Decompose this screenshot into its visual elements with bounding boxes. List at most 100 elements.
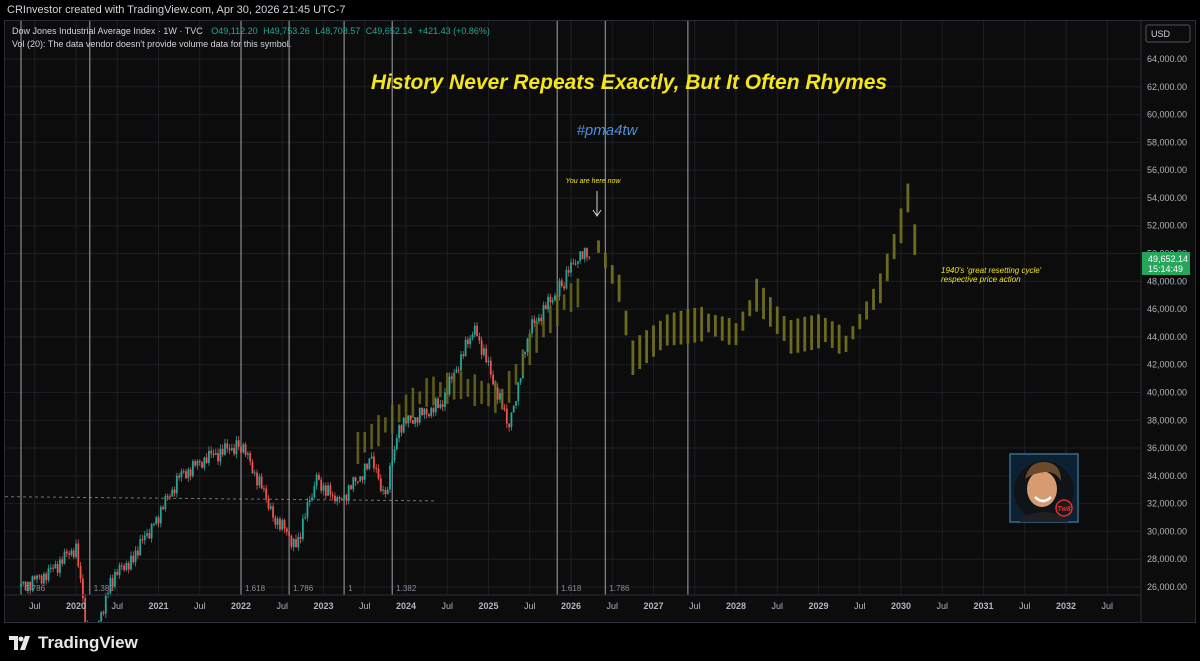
candle-body	[153, 523, 155, 525]
analog-overlay-bar	[459, 371, 463, 400]
projection-bar	[885, 253, 889, 282]
time-tick-label: Jul	[194, 601, 206, 611]
fib-label: 1.786	[25, 584, 46, 593]
candle-body	[283, 520, 286, 529]
candle-body	[178, 475, 181, 478]
candle-body	[542, 305, 545, 321]
analog-overlay-bar	[494, 381, 497, 413]
candle-body	[327, 485, 329, 496]
candle-body	[402, 417, 405, 433]
candle-body	[423, 408, 426, 416]
analog-overlay-bar	[445, 372, 449, 404]
time-tick-label: Jul	[359, 601, 371, 611]
top-bar: CRInvestor created with TradingView.com,…	[0, 0, 1200, 20]
candle-body	[572, 262, 575, 264]
candle-body	[175, 475, 178, 494]
price-tick-label: 38,000.00	[1147, 415, 1187, 425]
candle-body	[531, 319, 533, 334]
candle-body	[301, 518, 304, 539]
cycle-note-line2: respective price action	[941, 275, 1021, 284]
time-tick-label: 2023	[313, 601, 333, 611]
change-value: +421.43 (+0.86%)	[417, 26, 490, 36]
candle-body	[258, 476, 261, 486]
candle-body	[391, 460, 394, 466]
candle-body	[182, 471, 185, 473]
candle-body	[311, 497, 313, 500]
projection-bar	[727, 317, 731, 345]
candle-body	[554, 295, 556, 301]
candle-body	[398, 425, 401, 439]
candle-body	[565, 270, 568, 289]
candle-body	[455, 369, 458, 373]
candle-body	[558, 280, 561, 297]
price-tick-label: 28,000.00	[1147, 554, 1187, 564]
candle-body	[297, 536, 300, 548]
projection-bar	[865, 301, 869, 320]
candle-body	[489, 360, 492, 375]
candle-body	[180, 471, 183, 478]
candle-body	[411, 419, 414, 424]
candle-body	[75, 543, 77, 558]
candle-body	[437, 398, 439, 408]
projection-bar	[631, 340, 635, 376]
analog-overlay-bar	[535, 321, 538, 353]
time-tick-label: 2026	[561, 601, 581, 611]
price-tick-label: 52,000.00	[1147, 221, 1187, 231]
candle-body	[324, 485, 327, 496]
candle-body	[430, 408, 433, 417]
symbol-legend[interactable]: Dow Jones Industrial Average Index · 1W …	[12, 26, 490, 36]
candle-body	[505, 408, 508, 424]
fib-label: 1.382	[94, 584, 115, 593]
candle-body	[148, 533, 151, 539]
candle-body	[476, 325, 478, 337]
time-tick-label: Jul	[111, 601, 123, 611]
open-value: O49,112.20	[211, 26, 258, 36]
candle-body	[464, 339, 467, 357]
candle-body	[444, 392, 446, 408]
candle-body	[359, 476, 362, 482]
candle-body	[40, 575, 43, 584]
chart-panel[interactable]: 64,000.00 62,000.00 60,000.00 58,000.00 56,0…	[4, 20, 1196, 623]
candle-body	[203, 457, 206, 468]
projection-bar	[782, 316, 786, 342]
candle-body	[361, 476, 364, 480]
time-tick-label: Jul	[1019, 601, 1031, 611]
projection-bar	[906, 183, 910, 213]
analog-overlay-bar	[500, 389, 504, 410]
candle-body	[318, 474, 320, 480]
projection-bar	[679, 310, 683, 345]
candle-body	[368, 458, 371, 469]
candle-body	[100, 612, 103, 622]
candle-body	[508, 423, 511, 428]
price-tick-label: 48,000.00	[1147, 276, 1187, 286]
candle-body	[533, 319, 536, 323]
candle-body	[118, 565, 121, 576]
brand-name: TradingView	[38, 633, 138, 652]
candle-body	[421, 407, 423, 416]
candle-body	[279, 518, 281, 530]
projection-bar	[830, 321, 834, 348]
support-dashed-line	[5, 496, 436, 502]
time-tick-label: 2030	[891, 601, 911, 611]
candle-body	[373, 456, 375, 469]
time-tick-label: 2020	[66, 601, 86, 611]
candle-body	[196, 460, 199, 466]
candle-body	[315, 474, 318, 486]
candle-body	[235, 440, 238, 455]
price-tick-label: 54,000.00	[1147, 193, 1187, 203]
tradingview-logo[interactable]: TradingView	[9, 632, 138, 654]
projection-bar	[624, 310, 628, 336]
candle-body	[49, 567, 52, 569]
fib-label: 1.786	[293, 584, 314, 593]
chart-svg[interactable]: 64,000.00 62,000.00 60,000.00 58,000.00 56,0…	[5, 21, 1195, 622]
candle-body	[189, 469, 192, 477]
analog-overlay-bar	[521, 349, 525, 375]
candle-body	[276, 518, 279, 525]
projection-bar	[707, 313, 710, 333]
projection-bar	[755, 278, 759, 312]
time-tick-label: Jul	[606, 601, 618, 611]
candle-body	[428, 414, 430, 417]
candle-body	[269, 506, 272, 509]
time-tick-label: 2028	[726, 601, 746, 611]
projection-bar	[899, 208, 903, 244]
